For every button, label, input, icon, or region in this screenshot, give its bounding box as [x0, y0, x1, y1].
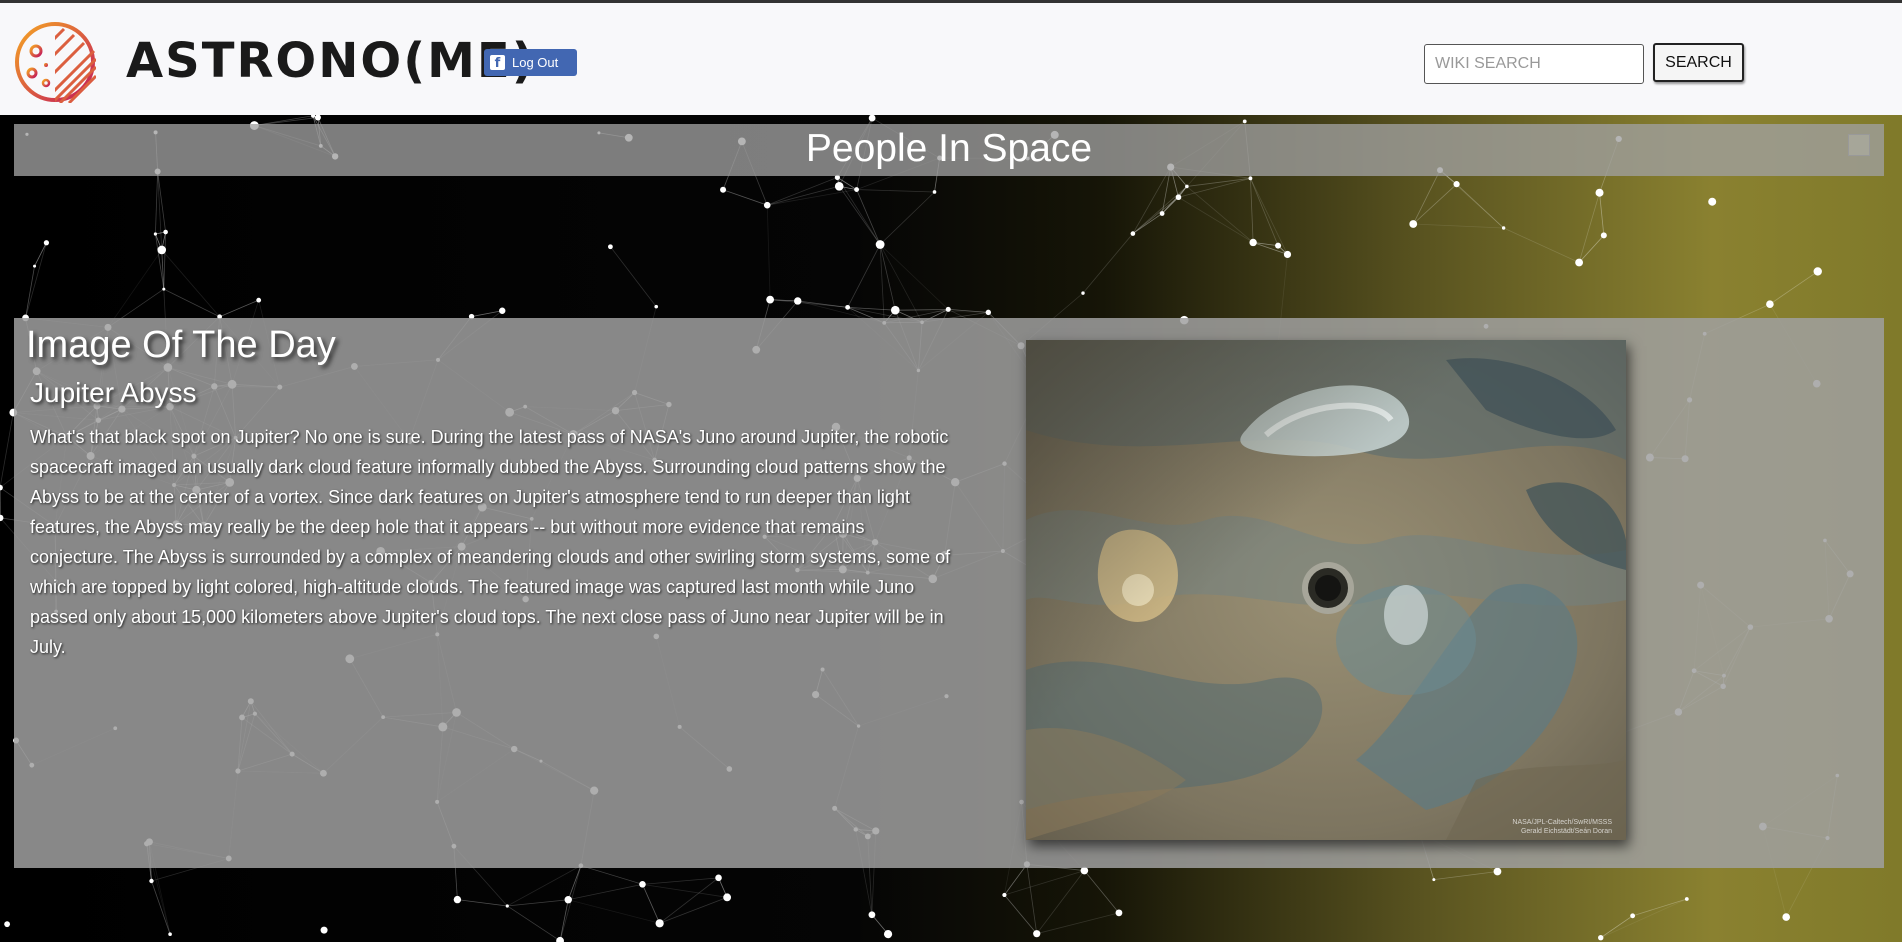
wiki-search-input[interactable]: [1424, 44, 1644, 84]
network-node: [875, 240, 885, 249]
network-node: [1708, 197, 1717, 206]
network-node: [1782, 913, 1791, 921]
network-node: [868, 911, 876, 919]
facebook-icon: f: [490, 55, 505, 71]
network-node: [1115, 909, 1123, 917]
network-node: [854, 187, 860, 192]
network-node: [564, 896, 572, 904]
network-node: [1175, 194, 1182, 201]
image-explanation: What's that black spot on Jupiter? No on…: [30, 427, 951, 657]
image-title: Jupiter Abyss: [30, 377, 197, 408]
network-node: [608, 244, 613, 250]
network-node: [985, 309, 992, 316]
network-node: [163, 229, 168, 235]
network-node: [1684, 897, 1689, 901]
network-node: [168, 932, 172, 936]
network-node: [654, 304, 659, 309]
network-node: [1630, 913, 1636, 919]
network-node: [1185, 184, 1189, 189]
network-node: [1595, 188, 1604, 197]
network-node: [1081, 291, 1085, 295]
network-node: [505, 904, 509, 908]
credit-line-2: Gerald Eichstädt/Seán Doran: [1520, 828, 1612, 835]
credit-line-1: NASA/JPL-Caltech/SwRI/MSSS: [1512, 819, 1612, 826]
network-node: [311, 115, 316, 118]
network-node: [1033, 930, 1041, 938]
network-node: [256, 297, 262, 303]
network-node: [868, 115, 876, 122]
network-node: [1283, 250, 1292, 259]
people-in-space-bar[interactable]: People In Space: [14, 124, 1884, 176]
network-node: [945, 306, 951, 312]
network-node: [453, 895, 462, 904]
network-node: [1248, 176, 1253, 181]
network-node: [883, 930, 893, 939]
facebook-logout-label: Log Out: [512, 55, 559, 70]
network-node: [720, 186, 727, 193]
network-node: [1598, 934, 1604, 941]
image-of-the-day-panel: Image Of The Day Jupiter Abyss What's th…: [14, 318, 1884, 868]
network-node: [655, 919, 664, 928]
moon-logo-icon[interactable]: [14, 21, 96, 103]
network-node: [157, 245, 167, 255]
network-node: [1493, 867, 1502, 876]
network-node: [1432, 878, 1436, 882]
network-node: [1242, 119, 1247, 124]
image-of-the-day-heading: Image Of The Day: [26, 324, 336, 366]
network-node: [932, 190, 937, 194]
header: ASTRONO(ME) f Log Out SEARCH: [0, 0, 1902, 115]
network-node: [1813, 267, 1822, 276]
network-node: [723, 893, 732, 902]
network-node: [1766, 300, 1774, 309]
network-node: [499, 307, 506, 314]
image-credit: NASA/JPL-Caltech/SwRI/MSSS Gerald Eichst…: [1512, 818, 1612, 836]
network-node: [1600, 232, 1607, 239]
network-node: [149, 878, 154, 884]
network-node: [1159, 211, 1165, 216]
network-node: [1575, 258, 1583, 267]
network-node: [845, 304, 851, 310]
network-node: [1130, 231, 1136, 236]
jupiter-abyss-image[interactable]: [1026, 340, 1626, 840]
network-node: [1453, 181, 1460, 188]
network-node: [0, 514, 4, 522]
expand-toggle[interactable]: [1848, 134, 1870, 156]
network-node: [320, 926, 328, 934]
network-node: [33, 264, 37, 268]
facebook-logout-button[interactable]: f Log Out: [484, 49, 577, 76]
page: ASTRONO(ME) f Log Out SEARCH People In S…: [0, 0, 1902, 942]
network-node: [4, 921, 11, 928]
people-in-space-title: People In Space: [805, 127, 1093, 170]
network-node: [1275, 242, 1282, 249]
network-node: [556, 936, 564, 942]
network-node: [763, 201, 771, 209]
network-node: [162, 287, 166, 291]
network-node: [639, 881, 646, 888]
network-node: [153, 232, 158, 236]
network-node: [834, 181, 844, 191]
network-node: [766, 295, 775, 304]
network-node: [794, 297, 802, 305]
network-node: [1501, 226, 1506, 230]
network-node: [314, 115, 321, 121]
search-button[interactable]: SEARCH: [1653, 43, 1744, 82]
network-node: [1249, 238, 1257, 247]
site-brand-title[interactable]: ASTRONO(ME): [126, 29, 536, 93]
network-node: [715, 874, 722, 882]
network-node: [890, 305, 900, 315]
network-node: [43, 240, 50, 246]
network-node: [1002, 892, 1007, 898]
network-node: [1409, 220, 1418, 228]
